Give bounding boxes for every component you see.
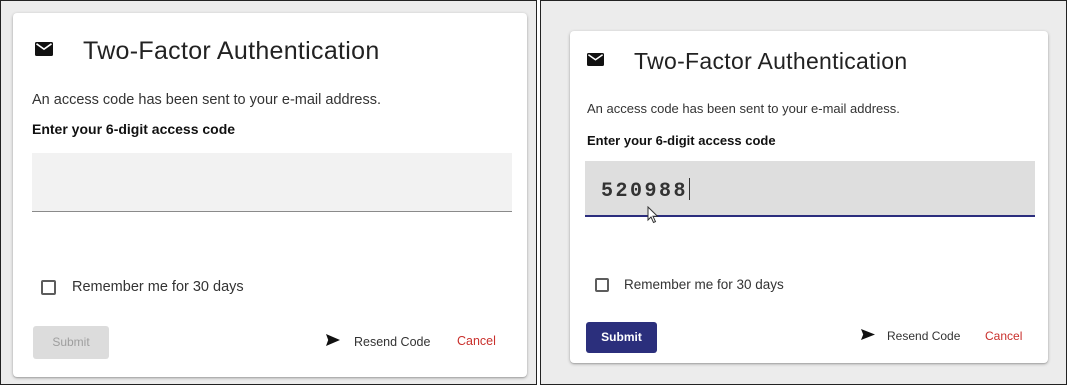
card-header: Two-Factor Authentication xyxy=(587,48,907,75)
cancel-link[interactable]: Cancel xyxy=(985,329,1022,343)
mouse-pointer-icon xyxy=(647,205,659,229)
resend-code-label: Resend Code xyxy=(354,334,431,349)
resend-code-label: Resend Code xyxy=(887,329,961,343)
access-code-input[interactable] xyxy=(32,153,512,212)
left-screenshot-panel: Two-Factor Authentication An access code… xyxy=(0,0,537,385)
remember-me-label: Remember me for 30 days xyxy=(72,279,244,295)
mail-icon xyxy=(587,52,604,71)
right-screenshot-panel: Two-Factor Authentication An access code… xyxy=(540,0,1067,385)
card-header: Two-Factor Authentication xyxy=(35,37,380,66)
cancel-link[interactable]: Cancel xyxy=(457,334,496,348)
remember-me-row[interactable]: Remember me for 30 days xyxy=(41,279,244,295)
remember-me-row[interactable]: Remember me for 30 days xyxy=(595,277,784,292)
remember-me-checkbox[interactable] xyxy=(595,277,609,292)
submit-button[interactable]: Submit xyxy=(586,322,657,353)
submit-button[interactable]: Submit xyxy=(33,326,109,359)
instruction-text: An access code has been sent to your e-m… xyxy=(587,101,900,116)
send-icon xyxy=(861,329,875,343)
access-code-label: Enter your 6-digit access code xyxy=(587,133,776,148)
access-code-value: 520988 xyxy=(601,178,691,203)
access-code-text: 520988 xyxy=(601,180,689,203)
text-caret xyxy=(689,178,691,200)
page-title: Two-Factor Authentication xyxy=(83,37,380,65)
instruction-text: An access code has been sent to your e-m… xyxy=(32,92,381,108)
two-factor-card: Two-Factor Authentication An access code… xyxy=(13,13,527,377)
remember-me-checkbox[interactable] xyxy=(41,279,56,295)
access-code-label: Enter your 6-digit access code xyxy=(32,121,236,137)
resend-code-button[interactable]: Resend Code xyxy=(861,329,960,343)
remember-me-label: Remember me for 30 days xyxy=(624,277,784,292)
page-title: Two-Factor Authentication xyxy=(634,48,908,74)
send-icon xyxy=(326,334,340,349)
resend-code-button[interactable]: Resend Code xyxy=(326,334,430,349)
access-code-input[interactable]: 520988 xyxy=(585,161,1035,224)
mail-icon xyxy=(35,42,53,61)
two-factor-card: Two-Factor Authentication An access code… xyxy=(570,31,1048,363)
